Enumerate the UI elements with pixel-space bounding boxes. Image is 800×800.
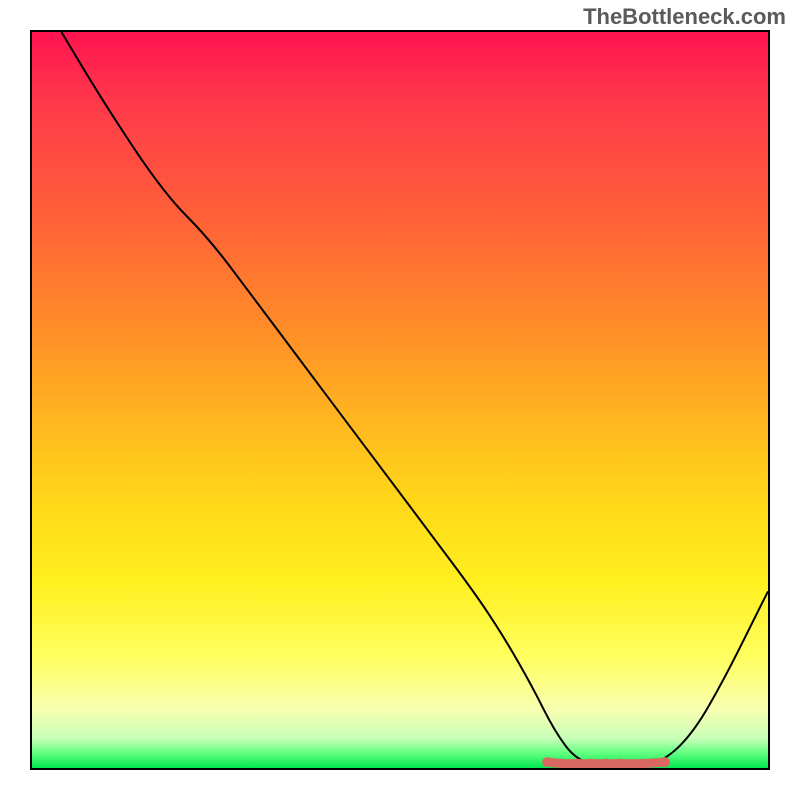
optimal-zone-point	[660, 757, 670, 767]
optimal-zone-point	[542, 757, 552, 767]
bottleneck-curve	[61, 32, 768, 767]
plot-area	[30, 30, 770, 770]
curve-svg	[32, 32, 768, 768]
optimal-zone-markers	[542, 757, 670, 768]
watermark-text: TheBottleneck.com	[583, 4, 786, 30]
